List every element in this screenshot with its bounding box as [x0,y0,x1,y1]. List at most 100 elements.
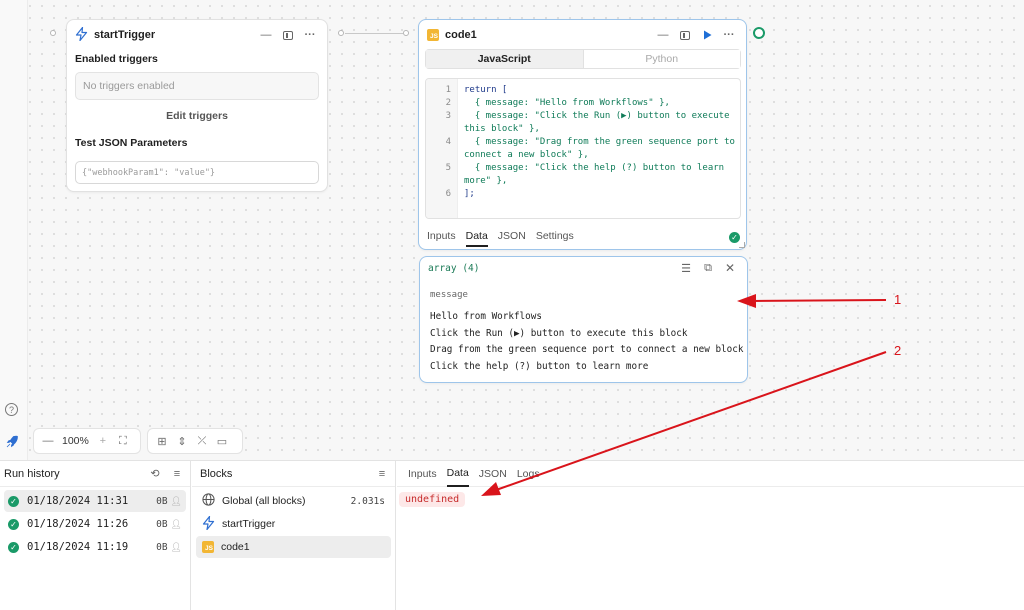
trigger-input-port[interactable] [50,30,56,36]
blocks-title: Blocks [200,467,233,480]
help-icon[interactable]: ? [5,403,18,416]
user-icon: 👤︎ [170,541,182,552]
tab-inputs[interactable]: Inputs [427,225,456,247]
success-check-icon: ✓ [8,518,19,530]
block-item-global[interactable]: Global (all blocks) 2.031s [196,490,391,512]
minimize-icon[interactable]: — [654,26,672,44]
result-row: Hello from Workflows [430,311,542,322]
result-row: Drag from the green sequence port to con… [430,344,744,355]
filter-icon[interactable]: ≡ [168,465,186,483]
run-history-header: Run history ⟲ ≡ [0,461,190,487]
tab-inputs[interactable]: Inputs [408,461,437,487]
tab-data[interactable]: Data [465,225,488,247]
line-number: 6 [445,189,451,199]
run-history-pane: Run history ⟲ ≡ ✓ 01/18/2024 11:31 0B 👤︎… [0,461,191,610]
zoom-in-button[interactable]: + [93,431,113,451]
comment-icon[interactable]: ▭ [212,431,232,451]
test-json-label: Test JSON Parameters [75,137,188,149]
tab-json[interactable]: JSON [498,225,526,247]
run-history-item[interactable]: ✓ 01/18/2024 11:26 0B 👤︎ [4,513,186,535]
run-play-icon[interactable] [698,26,716,44]
tab-json[interactable]: JSON [479,461,507,487]
code-line: ]; [464,189,475,199]
tab-settings[interactable]: Settings [536,225,574,247]
zoom-toolbar: — 100% + ⛶ [33,428,141,454]
connector-line [345,33,403,34]
blocks-header: Blocks ≡ [192,461,395,487]
copy-icon[interactable]: ⧉ [699,259,717,277]
run-size: 0B [156,518,168,530]
more-icon[interactable]: ··· [301,26,319,44]
lang-javascript-option[interactable]: JavaScript [426,50,583,68]
code-input-port[interactable] [403,30,409,36]
js-badge-icon: JS [202,541,214,553]
user-icon: 👤︎ [170,495,182,506]
run-history-item[interactable]: ✓ 01/18/2024 11:19 0B 👤︎ [4,536,186,558]
start-trigger-header[interactable]: startTrigger — ··· [67,22,327,48]
annotation-label-2: 2 [894,343,902,358]
line-number: 4 [445,137,451,147]
test-json-input[interactable]: {"webhookParam1": "value"} [75,161,319,184]
output-value-badge: undefined [399,492,466,507]
line-number: 2 [445,98,451,108]
line-number: 5 [445,163,451,173]
green-sequence-port[interactable] [753,27,765,39]
block-duration: 2.031s [350,495,385,507]
workflow-canvas[interactable]: ? startTrigger — ··· Enabled triggers No… [0,0,1024,460]
blocks-pane: Blocks ≡ Global (all blocks) 2.031s star… [192,461,396,610]
collapse-icon[interactable]: ⤫ [192,431,212,451]
block-item-starttrigger[interactable]: startTrigger [196,513,391,535]
result-rows: Hello from Workflows Click the Run (▶) b… [420,309,747,375]
fit-view-icon[interactable]: ⛶ [113,431,133,451]
code1-tabs: Inputs Data JSON Settings [419,225,747,247]
run-size: 0B [156,541,168,553]
result-panel[interactable]: array (4) ☰ ⧉ ✕ message Hello from Workf… [419,256,748,383]
code-editor[interactable]: 1 2 3 4 5 6 return [ { message: "Hello f… [425,78,741,219]
block-item-code1[interactable]: JS code1 [196,536,391,558]
globe-icon [202,493,215,509]
line-number: 1 [445,85,451,95]
test-json-placeholder: {"webhookParam1": "value"} [82,167,216,178]
code-line: this block" }, [464,124,540,134]
tab-data[interactable]: Data [446,461,469,487]
lang-python-option[interactable]: Python [582,50,740,68]
language-toggle[interactable]: JavaScript Python [425,49,741,69]
edit-triggers-button[interactable]: Edit triggers [67,110,327,122]
run-history-title: Run history [4,467,60,480]
resize-handle-icon[interactable] [739,242,745,248]
run-time: 01/18/2024 11:31 [27,495,129,507]
tab-logs[interactable]: Logs [517,461,540,487]
code-line: { message: "Hello from Workflows" }, [464,98,670,108]
no-triggers-text: No triggers enabled [83,80,175,92]
result-header: array (4) ☰ ⧉ ✕ [420,257,747,279]
filter-icon[interactable]: ≡ [373,465,391,483]
lightning-icon [75,26,88,44]
panel-icon[interactable] [279,26,297,44]
trigger-output-port[interactable] [338,30,344,36]
output-pane: Inputs Data JSON Logs undefined [397,461,1024,610]
zoom-level[interactable]: 100% [58,435,93,447]
expand-icon[interactable]: ⇕ [172,431,192,451]
auto-layout-icon[interactable]: ⊞ [152,431,172,451]
code1-block[interactable]: JS code1 — ··· JavaScript Python 1 2 3 4… [418,19,747,250]
run-history-item[interactable]: ✓ 01/18/2024 11:31 0B 👤︎ [4,490,186,512]
output-tabs: Inputs Data JSON Logs [397,461,1024,487]
refresh-icon[interactable]: ⟲ [146,465,164,483]
code-line: return [ [464,85,508,95]
minimize-icon[interactable]: — [257,26,275,44]
close-icon[interactable]: ✕ [721,259,739,277]
zoom-out-button[interactable]: — [38,431,58,451]
code1-header[interactable]: JS code1 — ··· [419,22,746,48]
result-row: Click the help (?) button to learn more [430,360,649,372]
panel-icon[interactable] [676,26,694,44]
success-check-icon: ✓ [8,541,19,553]
more-icon[interactable]: ··· [720,26,738,44]
list-view-icon[interactable]: ☰ [677,259,695,277]
line-number: 3 [445,111,451,121]
code1-title: code1 [445,29,477,41]
rocket-icon[interactable] [4,434,20,453]
start-trigger-block[interactable]: startTrigger — ··· Enabled triggers No t… [66,19,328,192]
start-trigger-title: startTrigger [94,29,156,41]
code-line: connect a new block" }, [464,150,589,160]
layout-toolbar: ⊞ ⇕ ⤫ ▭ [147,428,243,454]
